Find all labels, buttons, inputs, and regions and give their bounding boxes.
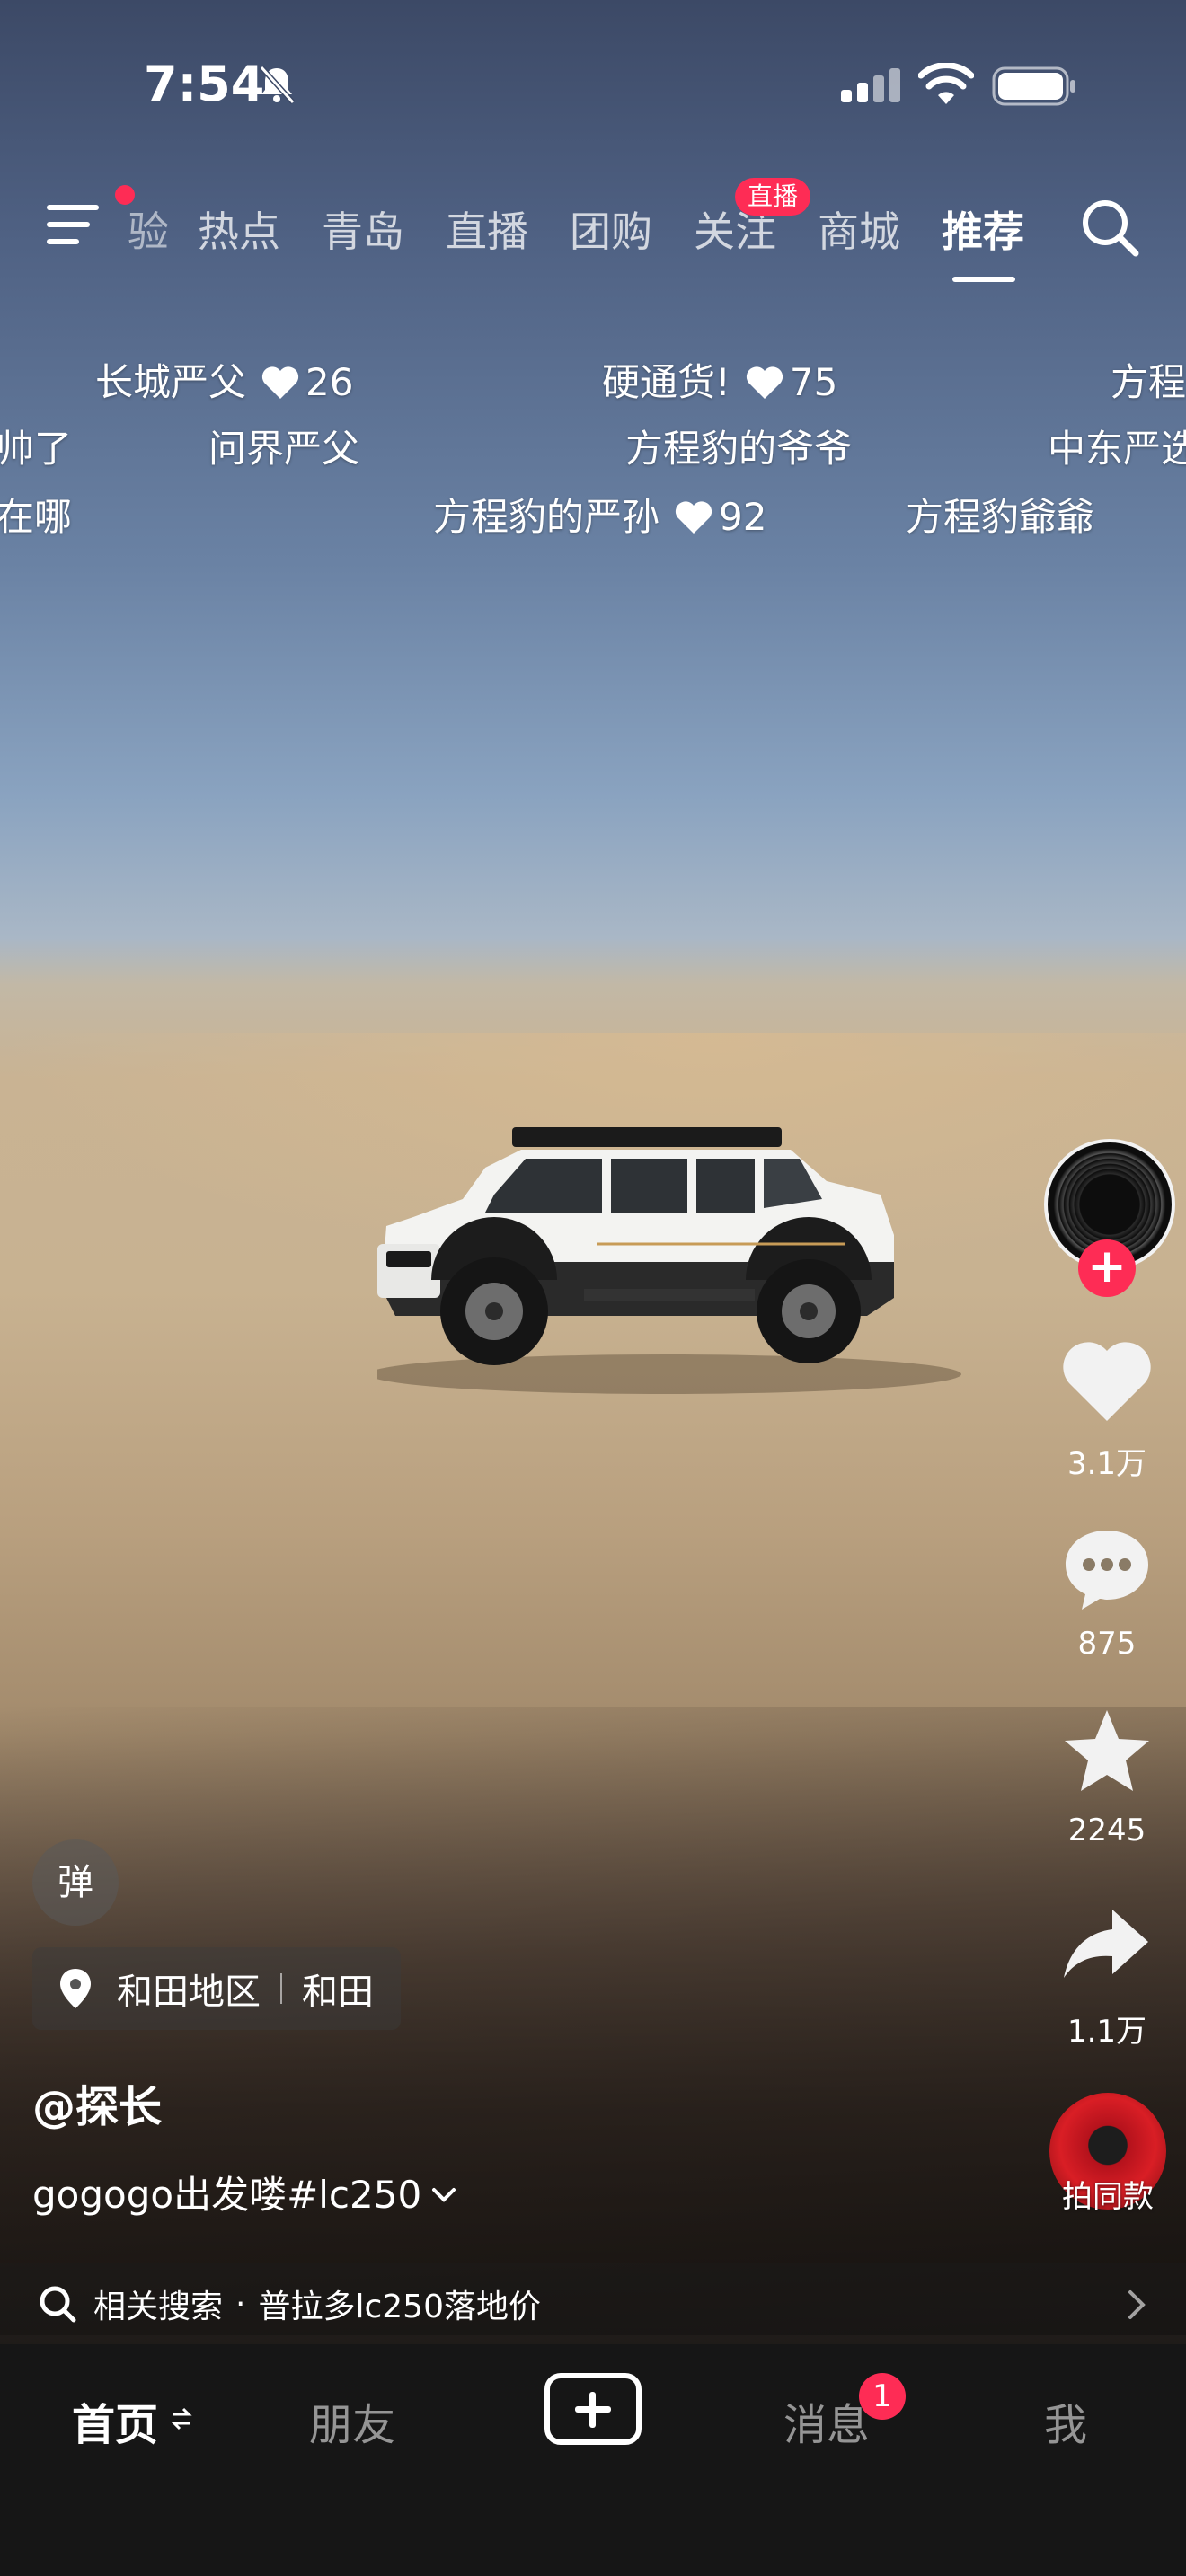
danmaku-item: 方程豹的爷爷 (625, 427, 853, 471)
search-icon[interactable] (1078, 196, 1141, 259)
danmaku-item: 方程 (1111, 360, 1186, 404)
danmaku-item: 中东严选 (1048, 427, 1186, 471)
search-icon (40, 2286, 76, 2323)
danmaku-item: 在哪 (0, 495, 73, 539)
related-search-dot: · (235, 2285, 246, 2323)
tab-live[interactable]: 直播 (446, 199, 528, 259)
tab-qingdao[interactable]: 青岛 (322, 199, 404, 259)
status-time: 7:54 (144, 56, 265, 112)
like-heart-icon[interactable] (1060, 1337, 1154, 1426)
share-count: 1.1万 (1067, 2014, 1147, 2050)
tab-group-buy[interactable]: 团购 (570, 199, 652, 259)
danmaku-item: 长城严父 26 (95, 360, 354, 404)
chevron-down-icon (432, 2188, 456, 2202)
active-tab-indicator (952, 277, 1015, 282)
heart-icon (746, 366, 783, 399)
tab-recommend[interactable]: 推荐 (942, 199, 1024, 259)
create-plus-button[interactable] (544, 2373, 642, 2445)
danmaku-item: 硬通货! 75 (602, 360, 838, 404)
danmaku-toggle-button[interactable]: 弹 (32, 1839, 119, 1926)
swap-arrows-icon (171, 2407, 192, 2430)
bell-muted-icon (259, 65, 296, 104)
messages-badge: 1 (859, 2373, 906, 2420)
nav-friends[interactable]: 朋友 (309, 2389, 395, 2452)
video-caption[interactable]: gogogo出发喽#lc250 (32, 2165, 457, 2219)
location-divider (280, 1973, 282, 2004)
location-tag[interactable]: 和田地区 和田 (32, 1947, 401, 2030)
suv-car-image (377, 1127, 961, 1394)
favorite-star-icon[interactable] (1060, 1707, 1154, 1796)
danmaku-item: 方程豹的严孙 92 (433, 495, 767, 539)
author-name[interactable]: @探长 (32, 2071, 162, 2134)
live-badge: 直播 (735, 178, 811, 216)
location-region: 和田地区 (117, 1972, 261, 2013)
tab-mall[interactable]: 商城 (818, 199, 900, 259)
nav-me[interactable]: 我 (1044, 2389, 1087, 2452)
comment-count: 875 (1077, 1626, 1137, 1662)
danmaku-item: 方程豹爺爺 (906, 495, 1095, 539)
same-style-label[interactable]: 拍同款 (1033, 2172, 1182, 2216)
danmaku-item: 问界严父 (208, 427, 360, 471)
like-count: 3.1万 (1067, 1446, 1147, 1482)
heart-icon (261, 366, 299, 399)
signal-icon (841, 68, 900, 102)
follow-button[interactable]: + (1078, 1239, 1136, 1297)
related-search-query: 普拉多lc250落地价 (258, 2289, 541, 2325)
related-search-bar[interactable]: 相关搜索 · 普拉多lc250落地价 (0, 2263, 1186, 2344)
share-arrow-icon[interactable] (1060, 1901, 1154, 1990)
nav-home[interactable]: 首页 (72, 2389, 158, 2452)
related-search-prefix: 相关搜索 (93, 2289, 224, 2325)
tab-hot[interactable]: 热点 (198, 199, 280, 259)
favorite-count: 2245 (1067, 1813, 1146, 1848)
nav-messages[interactable]: 消息 (783, 2389, 870, 2452)
comment-icon[interactable] (1060, 1523, 1154, 1613)
location-pin-icon (60, 1969, 91, 2008)
tab-partial[interactable]: 验 (128, 199, 169, 259)
battery-icon (992, 66, 1075, 106)
menu-icon[interactable] (47, 201, 102, 248)
danmaku-item: 帅了 (0, 427, 73, 471)
location-city: 和田 (302, 1972, 374, 2013)
wifi-icon (918, 63, 974, 104)
chevron-right-icon (1128, 2290, 1146, 2319)
heart-icon (675, 501, 712, 534)
